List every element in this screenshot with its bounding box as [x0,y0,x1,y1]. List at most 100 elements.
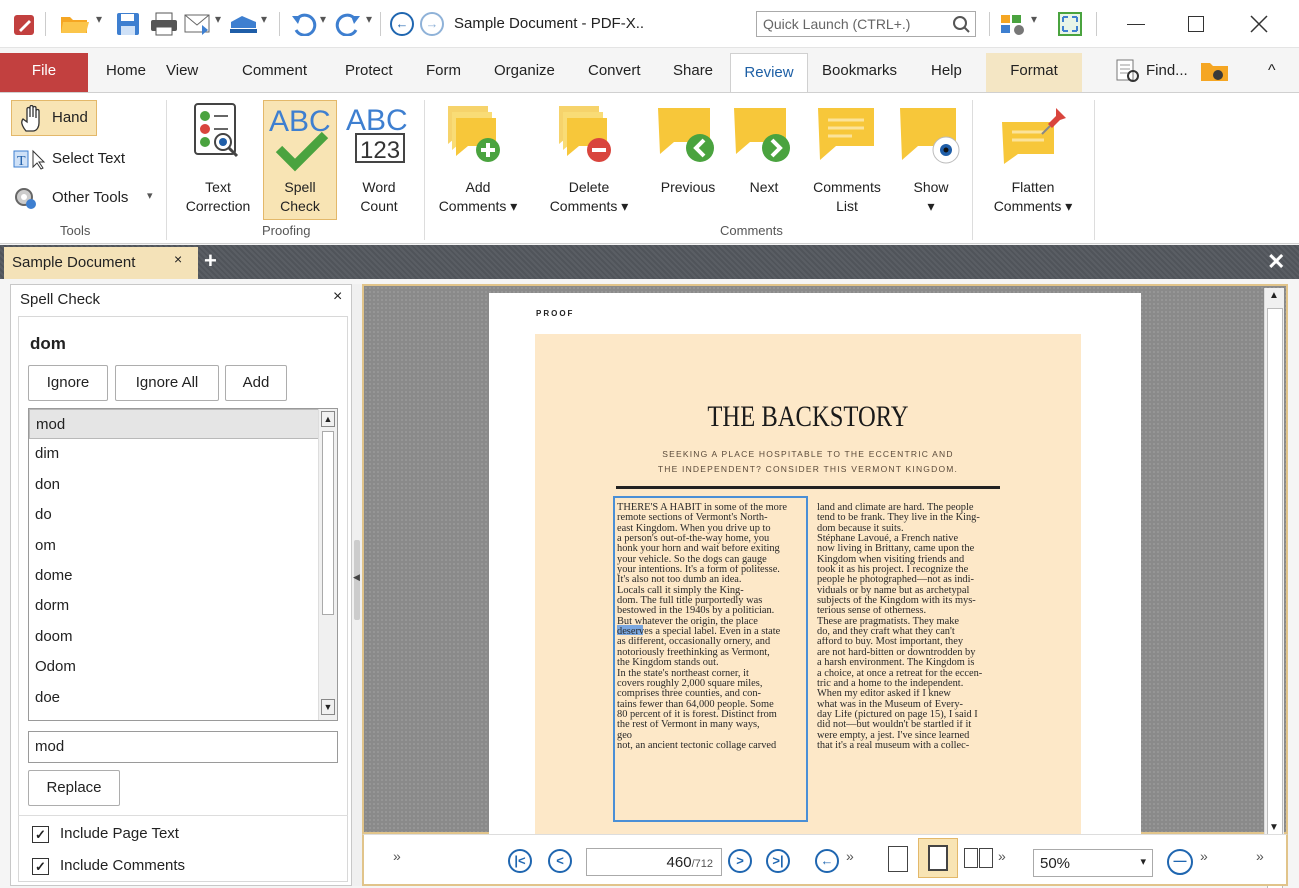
menu-convert[interactable]: Convert [588,62,641,79]
page-number-input[interactable]: 460/712 [586,848,722,876]
print-icon[interactable] [150,12,178,36]
menu-bookmarks[interactable]: Bookmarks [822,62,897,79]
menu-view[interactable]: View [166,62,198,79]
next-page-icon[interactable]: > [728,849,752,873]
menu-form[interactable]: Form [426,62,461,79]
close-all-tabs-icon[interactable]: ✕ [1267,249,1285,275]
doc-scroll-down-icon[interactable]: ▼ [1269,822,1279,833]
panel-splitter[interactable]: ◀ [352,284,362,886]
suggestion-item[interactable]: dim [29,439,337,469]
show-comments-button[interactable]: Show ▾ [896,100,966,218]
status-more-zoom-icon[interactable]: » [1200,848,1208,864]
find-icon[interactable] [1115,58,1141,84]
replace-button[interactable]: Replace [28,770,120,806]
flatten-comments-button[interactable]: Flatten Comments ▾ [976,100,1090,218]
status-more-right-icon[interactable]: » [1256,848,1264,864]
other-tools-button[interactable]: Other Tools ▾ [11,184,161,212]
menu-review[interactable]: Review [730,53,808,93]
collapse-panel-icon[interactable]: ◀ [353,572,360,583]
undo-icon[interactable] [290,12,318,36]
email-dropdown-icon[interactable]: ▾ [215,12,221,26]
replace-input[interactable]: mod [28,731,338,763]
add-comments-button[interactable]: Add Comments ▾ [428,100,528,218]
suggestion-item[interactable]: doe [29,683,337,713]
menu-protect[interactable]: Protect [345,62,393,79]
redo-dropdown-icon[interactable]: ▾ [366,12,372,26]
zoom-select[interactable]: 50% ▾ [1033,849,1153,877]
menu-organize[interactable]: Organize [494,62,555,79]
spell-check-button[interactable]: ABC Spell Check [263,100,337,220]
scan-dropdown-icon[interactable]: ▾ [261,12,267,26]
fullscreen-icon[interactable] [1058,12,1082,36]
previous-view-icon[interactable]: ← [815,849,839,873]
undo-dropdown-icon[interactable]: ▾ [320,12,326,26]
suggestions-scrollbar[interactable]: ▲ ▼ [318,409,337,720]
quick-launch-input[interactable]: Quick Launch (CTRL+.) [756,11,976,37]
text-correction-button[interactable]: Text Correction [177,100,259,218]
status-more-view-icon[interactable]: » [998,848,1006,864]
scan-icon[interactable] [228,14,258,34]
ignore-button[interactable]: Ignore [28,365,108,401]
menu-file[interactable]: File [0,53,88,92]
collapse-ribbon-icon[interactable]: ^ [1268,62,1276,80]
include-page-text-checkbox[interactable]: ✓ [32,826,49,843]
redo-icon[interactable] [334,12,362,36]
find-label[interactable]: Find... [1146,62,1188,79]
single-page-view-icon[interactable] [888,846,908,872]
menu-format[interactable]: Format [986,53,1082,92]
scroll-thumb[interactable] [322,431,334,615]
add-word-button[interactable]: Add [225,365,287,401]
suggestion-item[interactable]: Odom [29,652,337,682]
save-icon[interactable] [116,12,140,36]
include-comments-checkbox[interactable]: ✓ [32,858,49,875]
back-icon[interactable]: ← [390,12,414,36]
minimize-button[interactable] [1127,24,1145,25]
find-folder-icon[interactable] [1200,58,1230,84]
next-comment-button[interactable]: Next [728,100,800,218]
comments-list-button[interactable]: Comments List [802,100,892,218]
facing-view-icon[interactable] [964,848,978,868]
customize-toolbar-icon[interactable] [1000,12,1028,36]
suggestion-item[interactable]: do [29,500,337,530]
delete-comments-button[interactable]: Delete Comments ▾ [533,100,645,218]
previous-comment-button[interactable]: Previous [650,100,726,218]
document-scrollbar[interactable]: ▲ ▼ [1264,288,1284,888]
suggestion-item[interactable]: dorm [29,591,337,621]
tab-sample-document[interactable]: Sample Document × [4,247,198,279]
hand-tool-button[interactable]: Hand [11,100,97,136]
suggestions-list[interactable]: mod dim don do om dome dorm doom Odom do… [28,408,338,721]
open-dropdown-icon[interactable]: ▾ [96,12,102,26]
menu-help[interactable]: Help [931,62,962,79]
previous-page-icon[interactable]: < [548,849,572,873]
new-tab-icon[interactable]: + [204,248,217,274]
close-window-icon[interactable] [1250,15,1268,33]
email-icon[interactable] [184,13,212,35]
continuous-view-button[interactable] [918,838,958,878]
tab-close-icon[interactable]: × [174,251,182,267]
zoom-out-icon[interactable]: — [1167,849,1193,875]
suggestion-item[interactable]: don [29,470,337,500]
suggestion-item[interactable]: doom [29,622,337,652]
select-text-button[interactable]: T Select Text [11,145,141,173]
doc-scroll-up-icon[interactable]: ▲ [1269,290,1279,301]
scroll-down-icon[interactable]: ▼ [321,699,335,715]
scroll-up-icon[interactable]: ▲ [321,411,335,427]
suggestion-item[interactable]: om [29,531,337,561]
panel-close-icon[interactable]: × [333,288,342,306]
menu-share[interactable]: Share [673,62,713,79]
status-more-mid-icon[interactable]: » [846,848,854,864]
suggestion-item[interactable]: mod [29,409,337,440]
last-page-icon[interactable]: >| [766,849,790,873]
menu-comment[interactable]: Comment [242,62,307,79]
open-folder-icon[interactable] [60,13,90,35]
menu-home[interactable]: Home [106,62,146,79]
customize-dropdown-icon[interactable]: ▾ [1031,12,1037,26]
word-count-button[interactable]: ABC 123 Word Count [340,100,418,218]
first-page-icon[interactable]: |< [508,849,532,873]
maximize-button[interactable] [1188,16,1204,32]
doc-scroll-thumb[interactable] [1267,308,1283,888]
forward-icon[interactable]: → [420,12,444,36]
status-more-left-icon[interactable]: » [393,848,401,864]
ignore-all-button[interactable]: Ignore All [115,365,219,401]
suggestion-item[interactable]: dome [29,561,337,591]
